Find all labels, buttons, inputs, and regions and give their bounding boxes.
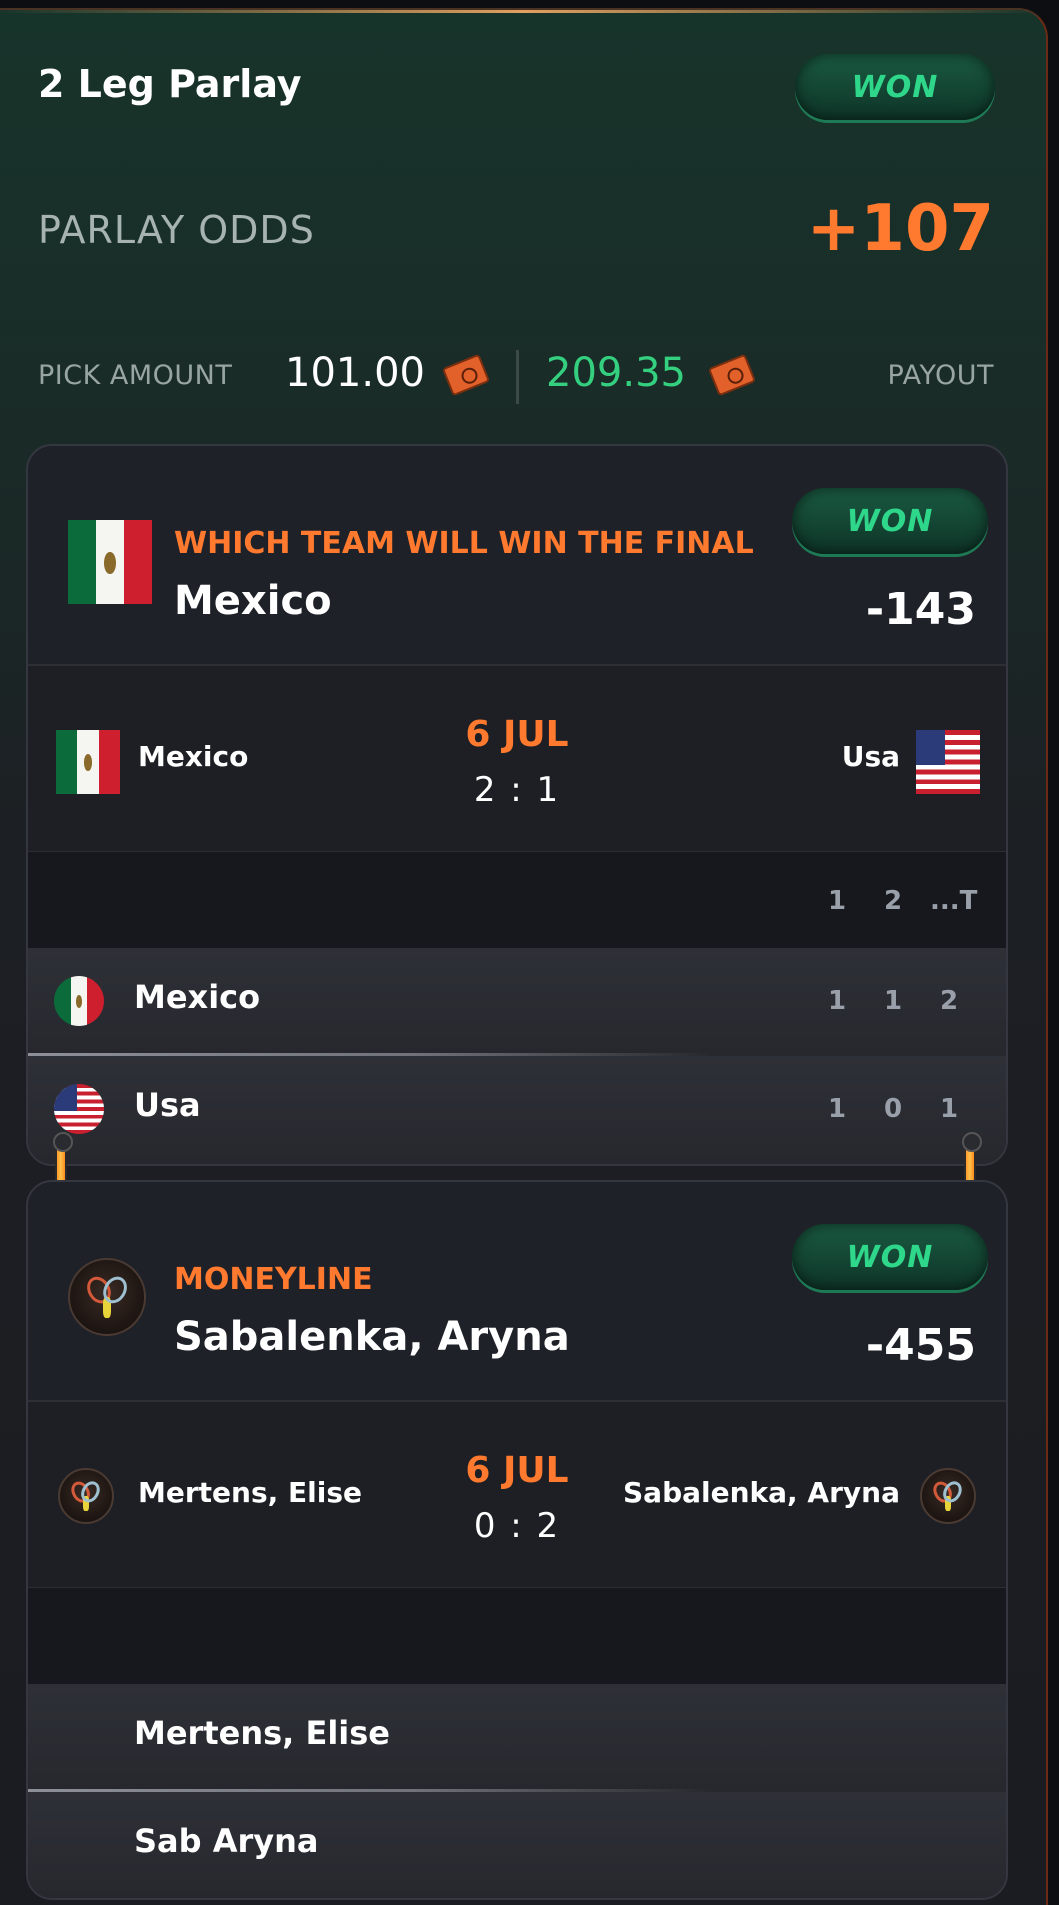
pick-amount-value: 101.00 [285,350,425,396]
leg-market: WHICH TEAM WILL WIN THE FINAL [174,526,754,561]
scoreboard-row: Usa 1 0 1 [28,1056,1006,1164]
usa-flag-icon [54,1084,104,1134]
mexico-flag-icon [54,976,104,1026]
scoreboard-row: Mexico 1 1 2 [28,948,1006,1056]
mexico-flag-icon [68,520,152,604]
leg-header: MONEYLINE Sabalenka, Aryna WON -455 [28,1182,1006,1402]
coin-icon [707,353,757,397]
leg-market: MONEYLINE [174,1262,373,1297]
scoreboard-header: 1 2 ...T [28,852,1006,948]
parlay-odds-value: +107 [806,192,994,266]
payout-label: PAYOUT [887,360,994,391]
leg-status-badge: WON [792,1224,988,1290]
usa-flag-icon [916,730,980,794]
scoreboard-player-name: Sab Aryna [134,1822,319,1860]
leg-odds: -143 [865,584,976,635]
leg-header: WHICH TEAM WILL WIN THE FINAL Mexico WON… [28,446,1006,666]
payout-value: 209.35 [546,350,686,396]
scoreboard-team-name: Mexico [134,978,261,1016]
parlay-leg-1[interactable]: WHICH TEAM WILL WIN THE FINAL Mexico WON… [26,444,1008,1166]
match-score: 2 : 1 [473,770,561,810]
scoreboard-score: 1 [884,986,903,1016]
card-top-highlight [0,10,1046,13]
coin-icon [441,353,491,397]
pick-amount-label: PICK AMOUNT [38,360,233,391]
parlay-status-badge: WON [795,54,995,120]
leg-status-badge: WON [792,488,988,554]
match-info: Mertens, Elise 6 JUL 0 : 2 Sabalenka, Ar… [28,1402,1006,1588]
scoreboard-score: 1 [828,986,847,1016]
leg-odds: -455 [865,1320,976,1371]
away-player-name: Sabalenka, Aryna [623,1476,900,1509]
scoreboard-row: Mertens, Elise [28,1684,1006,1792]
scoreboard-score: 1 [828,1094,847,1124]
leg-selection: Mexico [174,578,332,624]
tennis-icon [68,1258,146,1336]
match-score: 0 : 2 [473,1506,561,1546]
parlay-card: 2 Leg Parlay WON PARLAY ODDS +107 PICK A… [0,8,1048,1905]
scoreboard-header [28,1588,1006,1684]
scoreboard-column: 1 [828,886,847,916]
parlay-odds-label: PARLAY ODDS [38,208,315,252]
tennis-icon [920,1468,976,1524]
scoreboard-team-name: Usa [134,1086,201,1124]
scoreboard-player-name: Mertens, Elise [134,1714,390,1752]
scoreboard-score: 0 [884,1094,903,1124]
scoreboard-score: 2 [940,986,959,1016]
away-team-name: Usa [841,740,900,773]
leg-selection: Sabalenka, Aryna [174,1314,570,1360]
parlay-title: 2 Leg Parlay [38,62,302,106]
scoreboard-column: 2 [884,886,903,916]
scoreboard-row: Sab Aryna [28,1792,1006,1898]
parlay-leg-2[interactable]: MONEYLINE Sabalenka, Aryna WON -455 Mert… [26,1180,1008,1900]
amount-divider [516,350,519,404]
match-info: Mexico 6 JUL 2 : 1 Usa [28,666,1006,852]
scoreboard-score: 1 [940,1094,959,1124]
scoreboard-column: ...T [930,886,978,916]
